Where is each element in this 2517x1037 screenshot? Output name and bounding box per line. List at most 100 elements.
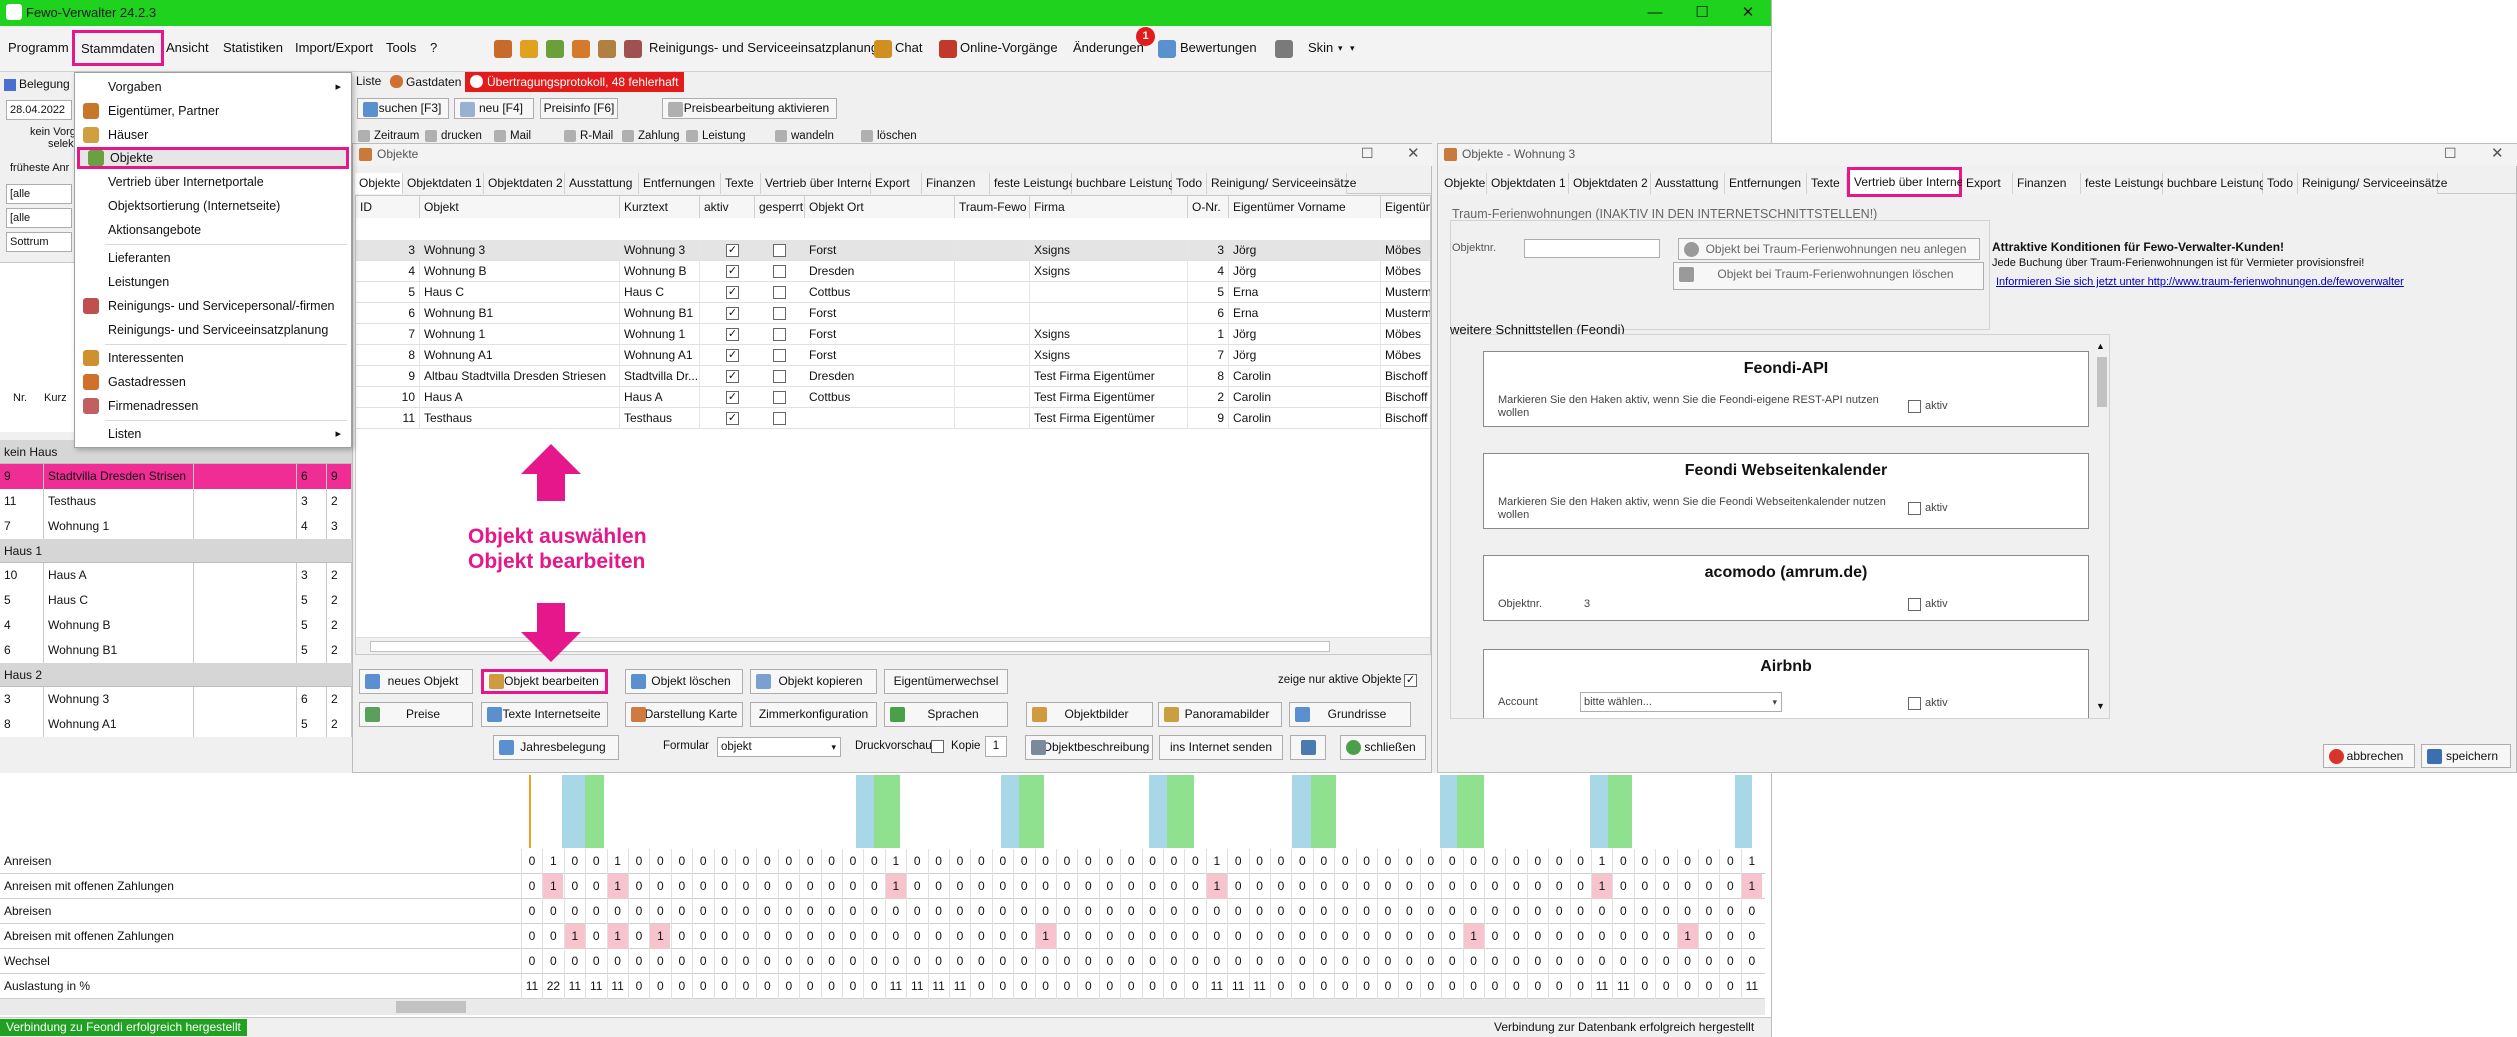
- skin-more-chevron-icon[interactable]: ▾: [1350, 43, 1355, 54]
- toolbar-small-1[interactable]: drucken: [425, 128, 482, 144]
- gear-icon[interactable]: [1275, 40, 1293, 58]
- tab-11[interactable]: Todo: [2263, 173, 2298, 194]
- menu-tools[interactable]: Tools: [386, 40, 416, 55]
- objects-scroll-thumb[interactable]: [370, 641, 1330, 652]
- objects-maximize-button[interactable]: ☐: [1361, 145, 1374, 162]
- dropdown-item-vorgaben[interactable]: Vorgaben ▸: [75, 76, 351, 98]
- feondi-v-scrollbar[interactable]: ▲ ▼: [2096, 341, 2108, 713]
- column-header-9[interactable]: Eigentümer Vorname: [1229, 196, 1381, 218]
- list-item[interactable]: 4 Wohnung B 52: [0, 613, 352, 638]
- toolbar-chat[interactable]: Chat: [895, 40, 922, 55]
- column-header-7[interactable]: Firma: [1030, 196, 1188, 218]
- gesperrt-checkbox[interactable]: [773, 412, 786, 425]
- tab-2[interactable]: Objektdaten 2: [1569, 173, 1651, 194]
- column-header-6[interactable]: Traum-Fewo: [955, 196, 1030, 218]
- tab-7[interactable]: Export: [871, 173, 922, 194]
- dropdown-item-häuser[interactable]: Häuser: [75, 124, 351, 146]
- date-field[interactable]: 28.04.2022: [6, 100, 72, 120]
- list-item[interactable]: 9 Stadtvilla Dresden Strisen 6 9: [0, 464, 352, 489]
- toolbar-small-3[interactable]: R-Mail: [564, 128, 613, 144]
- tab-6[interactable]: Vertrieb über Internet: [761, 173, 878, 194]
- dropdown-item-vertrieb-über-internetportale[interactable]: Vertrieb über Internetportale: [75, 171, 351, 193]
- toolbar-small-2[interactable]: Mail: [494, 128, 531, 144]
- close-button[interactable]: ✕: [1738, 3, 1758, 23]
- tab-protokoll[interactable]: Übertragungsprotokoll, 48 fehlerhaft: [465, 72, 685, 92]
- gesperrt-checkbox[interactable]: [773, 307, 786, 320]
- new-button[interactable]: neu [F4]: [454, 98, 534, 119]
- filter-location[interactable]: Sottrum Mitte: [6, 232, 72, 252]
- aktiv-checkbox[interactable]: ✓: [726, 349, 739, 362]
- apartment-maximize-button[interactable]: ☐: [2444, 145, 2457, 162]
- scrollbar-thumb[interactable]: [396, 1001, 466, 1013]
- table-row[interactable]: 4 Wohnung B Wohnung B ✓ Dresden Xsigns 4 Jörg Mö…: [356, 261, 1430, 282]
- list-item[interactable]: 3 Wohnung 3 62: [0, 687, 352, 712]
- tab-7[interactable]: Export: [1962, 173, 2013, 194]
- gesperrt-checkbox[interactable]: [773, 349, 786, 362]
- column-header-8[interactable]: O-Nr.: [1188, 196, 1229, 218]
- tab-9[interactable]: feste Leistungen: [2081, 173, 2173, 194]
- formular-select[interactable]: objekt ▾: [717, 737, 841, 757]
- promo-link[interactable]: Informieren Sie sich jetzt unter http://…: [1996, 276, 2404, 288]
- toolbar-planning[interactable]: Reinigungs- und Serviceeinsatzplanung: [649, 40, 878, 55]
- search-button[interactable]: suchen [F3]: [357, 98, 449, 119]
- traum-objektnr-input[interactable]: [1524, 239, 1660, 258]
- aktiv-checkbox[interactable]: ✓: [726, 412, 739, 425]
- column-header-5[interactable]: Objekt Ort: [805, 196, 955, 218]
- clipboard-icon[interactable]: [598, 40, 616, 58]
- tab-4[interactable]: Entfernungen: [639, 173, 721, 194]
- card-checkbox[interactable]: [1908, 502, 1921, 515]
- list-item[interactable]: 8 Wohnung A1 5 2: [0, 712, 352, 737]
- skin-chevron-down-icon[interactable]: ▾: [1338, 43, 1343, 54]
- table-row[interactable]: 11 Testhaus Testhaus ✓ Test Firma Eigentümer…: [356, 408, 1430, 429]
- table-row[interactable]: 3 Wohnung 3 Wohnung 3 ✓ Forst Xsigns 3 Jörg Möbe…: [356, 240, 1430, 261]
- feondi-scroll-thumb[interactable]: [2097, 357, 2107, 407]
- tab-0[interactable]: Objekte: [1440, 173, 1487, 194]
- dropdown-item-leistungen[interactable]: Leistungen: [75, 271, 351, 293]
- objects-btn-row1-3[interactable]: Objekt kopieren: [750, 669, 877, 694]
- objects-h-scrollbar[interactable]: [356, 637, 1430, 654]
- ins-internet-button[interactable]: ins Internet senden: [1159, 735, 1283, 760]
- toolbar-small-5[interactable]: Leistung: [686, 128, 745, 144]
- gesperrt-checkbox[interactable]: [773, 244, 786, 257]
- minimize-button[interactable]: —: [1645, 3, 1665, 23]
- tab-1[interactable]: Objektdaten 1: [1487, 173, 1569, 194]
- column-header-4[interactable]: gesperrt: [755, 196, 805, 218]
- tab-10[interactable]: buchbare Leistungen: [1072, 173, 1188, 194]
- toolbar-changes[interactable]: Änderungen: [1073, 40, 1144, 55]
- objects-btn-row2-3[interactable]: Zimmerkonfiguration: [750, 702, 877, 727]
- person-icon[interactable]: [572, 40, 590, 58]
- aktiv-checkbox[interactable]: ✓: [726, 244, 739, 257]
- filter-objects[interactable]: [alle Objekte]: [6, 208, 72, 228]
- tab-12[interactable]: Reinigung/ Serviceeinsätze: [2298, 173, 2447, 194]
- account-select[interactable]: bitte wählen... ▾: [1580, 692, 1782, 712]
- column-header-10[interactable]: Eigentüm: [1381, 196, 1430, 218]
- jahresbelegung-button[interactable]: Jahresbelegung: [493, 735, 619, 760]
- traum-delete-button[interactable]: Objekt bei Traum-Ferienwohnungen löschen: [1673, 262, 1984, 290]
- save-button[interactable]: speichern: [2421, 744, 2511, 768]
- tool-icon-1[interactable]: [494, 40, 512, 58]
- tab-0[interactable]: Objekte: [355, 173, 403, 194]
- tab-gastdaten[interactable]: Gastdaten: [388, 72, 461, 92]
- tab-12[interactable]: Reinigung/ Serviceeinsätze: [1207, 173, 1356, 194]
- price-edit-button[interactable]: Preisbearbeitung aktivieren: [662, 98, 837, 119]
- traum-new-button[interactable]: Objekt bei Traum-Ferienwohnungen neu anl…: [1678, 238, 1980, 260]
- toolbar-reviews[interactable]: Bewertungen: [1180, 40, 1257, 55]
- chat-icon[interactable]: [874, 40, 892, 58]
- cancel-button[interactable]: abbrechen: [2323, 744, 2415, 768]
- close-dialog-button[interactable]: schließen: [1340, 735, 1426, 760]
- menu-help[interactable]: ?: [430, 40, 437, 55]
- tab-3[interactable]: Ausstattung: [565, 173, 639, 194]
- chart-button[interactable]: [1290, 735, 1326, 760]
- dropdown-item-reinigungs-und-servicepersonal-firmen[interactable]: Reinigungs- und Servicepersonal/-firmen: [75, 295, 351, 317]
- column-header-1[interactable]: Objekt: [420, 196, 620, 218]
- toolbar-small-4[interactable]: Zahlung: [622, 128, 680, 144]
- tab-2[interactable]: Objektdaten 2: [484, 173, 565, 194]
- table-row[interactable]: 8 Wohnung A1 Wohnung A1 ✓ Forst Xsigns 7 Jörg Mö…: [356, 345, 1430, 366]
- dropdown-item-objektsortierung-internetseite[interactable]: Objektsortierung (Internetseite): [75, 195, 351, 217]
- dropdown-item-interessenten[interactable]: Interessenten: [75, 347, 351, 369]
- star-icon[interactable]: [1158, 40, 1176, 58]
- list-item[interactable]: 11 Testhaus 3 2: [0, 489, 352, 514]
- menu-import-export[interactable]: Import/Export: [295, 40, 373, 55]
- toolbar-skin[interactable]: Skin: [1308, 40, 1333, 55]
- objects-btn-row2-2[interactable]: Darstellung Karte: [625, 702, 743, 727]
